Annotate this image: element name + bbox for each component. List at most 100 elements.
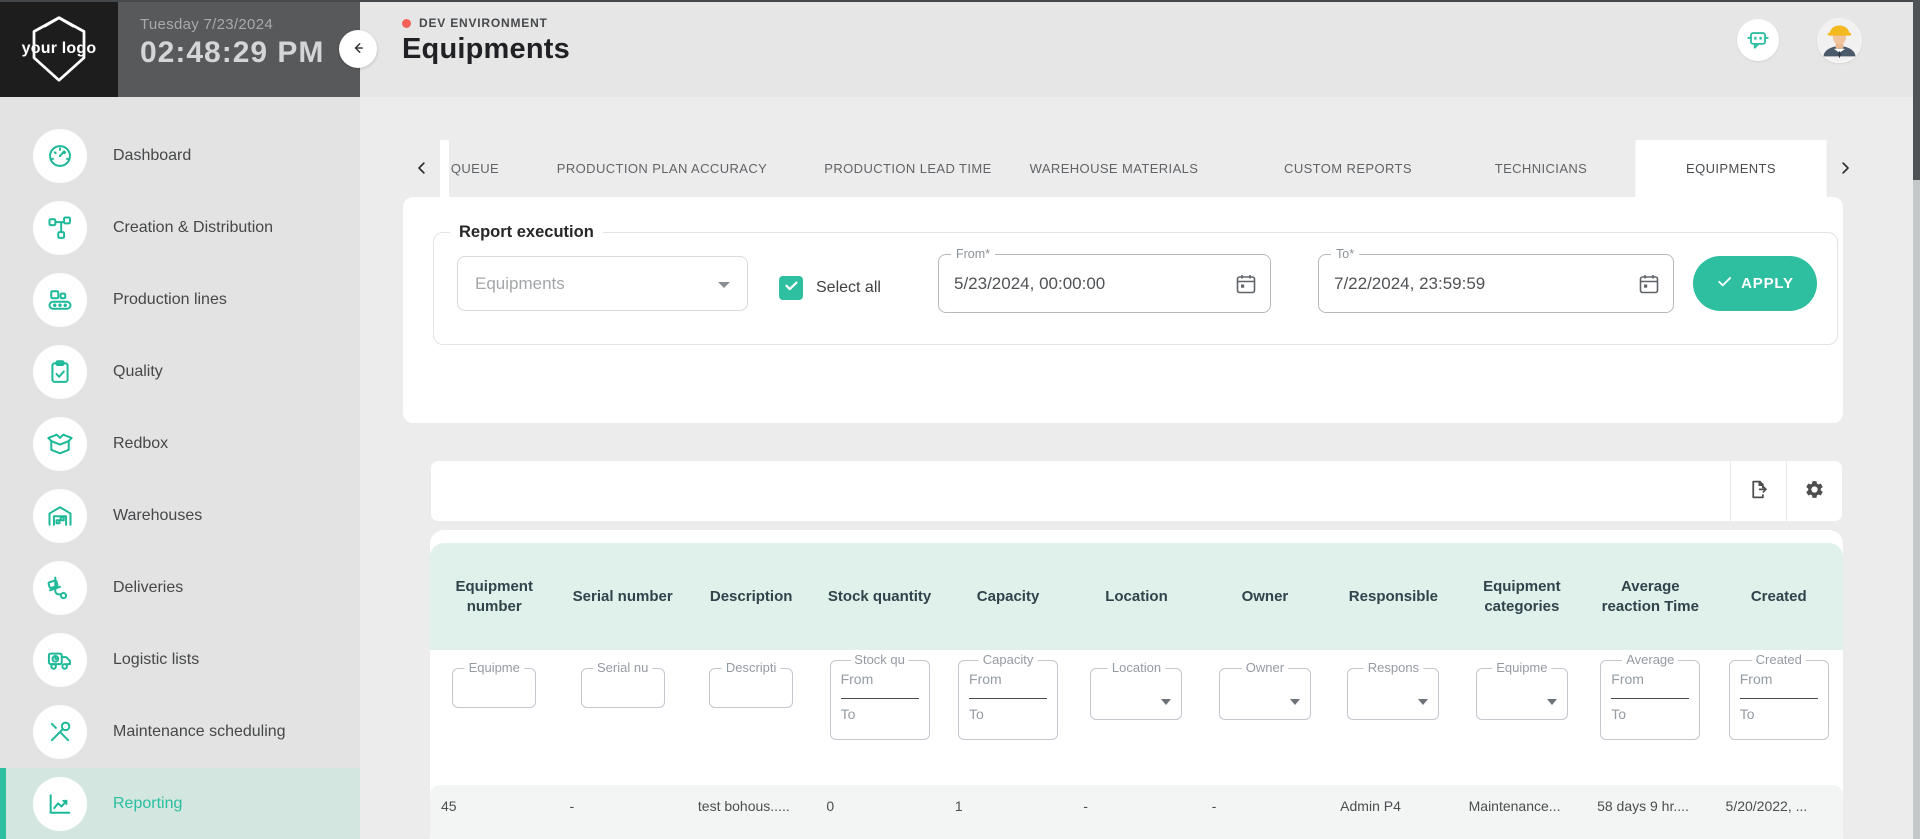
filter-label: Created bbox=[1751, 652, 1806, 667]
filter-input-equipme-0[interactable]: Equipme bbox=[452, 660, 537, 708]
filter-label: Location bbox=[1107, 660, 1166, 675]
date-from-field[interactable]: From* 5/23/2024, 00:00:00 bbox=[938, 247, 1271, 313]
date-to-field[interactable]: To* 7/22/2024, 23:59:59 bbox=[1318, 247, 1674, 313]
filter-range-created-10[interactable]: Created From To bbox=[1728, 652, 1829, 740]
range-divider bbox=[969, 698, 1048, 699]
tab-partial-edge bbox=[440, 140, 449, 197]
sidebar-item-label: Logistic lists bbox=[113, 651, 200, 668]
report-type-select[interactable]: Equipments bbox=[457, 256, 748, 311]
range-to-input[interactable]: To bbox=[1611, 706, 1626, 722]
scrollbar-thumb[interactable] bbox=[1913, 0, 1920, 180]
robot-chat-icon bbox=[1745, 26, 1771, 55]
filter-range-capacity-4[interactable]: Capacity From To bbox=[958, 652, 1059, 740]
chevron-left-icon bbox=[413, 159, 431, 180]
filter-cell: Average From To bbox=[1586, 650, 1714, 785]
sidebar-item-warehouses[interactable]: Warehouses bbox=[0, 480, 360, 552]
table-cell: - bbox=[569, 798, 575, 814]
range-to-input[interactable]: To bbox=[841, 706, 856, 722]
tabs-scroll-left-button[interactable] bbox=[410, 157, 434, 181]
filter-cell: Descripti bbox=[687, 650, 815, 785]
page-scrollbar bbox=[1913, 0, 1920, 839]
tab-technicians[interactable]: TECHNICIANS bbox=[1495, 140, 1588, 197]
warehouse-icon bbox=[33, 489, 87, 543]
calendar-icon[interactable] bbox=[1234, 272, 1258, 301]
check-icon bbox=[783, 277, 800, 299]
range-divider bbox=[840, 698, 919, 699]
environment-row: DEV ENVIRONMENT bbox=[402, 16, 548, 30]
topbar: your logo Tuesday 7/23/2024 02:48:29 PM … bbox=[0, 0, 1920, 97]
logo: your logo bbox=[0, 0, 118, 97]
filter-range-average-9[interactable]: Average From To bbox=[1600, 652, 1701, 740]
chart-line-icon bbox=[33, 777, 87, 831]
sidebar-item-maintenance-scheduling[interactable]: Maintenance scheduling bbox=[0, 696, 360, 768]
range-from-input[interactable]: From bbox=[841, 671, 874, 687]
sidebar-nav: Dashboard Creation & Distribution Producti… bbox=[0, 97, 360, 839]
sidebar-item-redbox[interactable]: Redbox bbox=[0, 408, 360, 480]
chevron-right-icon bbox=[1836, 159, 1854, 180]
table-toolbar bbox=[430, 460, 1843, 522]
table-cell: - bbox=[1083, 798, 1088, 814]
tab-warehouse-materials[interactable]: WAREHOUSE MATERIALS bbox=[1030, 140, 1199, 197]
filter-cell: Stock qu From To bbox=[815, 650, 943, 785]
filter-cell: Location bbox=[1072, 650, 1200, 785]
sidebar-item-quality[interactable]: Quality bbox=[0, 336, 360, 408]
tabs-scroll-right-button[interactable] bbox=[1833, 157, 1857, 181]
column-header-equipment-categories: Equipment categories bbox=[1483, 577, 1561, 615]
truck-icon bbox=[33, 633, 87, 687]
sidebar-item-deliveries[interactable]: Deliveries bbox=[0, 552, 360, 624]
sidebar-item-label: Deliveries bbox=[113, 579, 184, 596]
sidebar-item-label: Dashboard bbox=[113, 147, 192, 164]
column-header-average-reaction-time: Average reaction Time bbox=[1601, 577, 1699, 615]
range-to-input[interactable]: To bbox=[1740, 706, 1755, 722]
user-avatar[interactable] bbox=[1817, 18, 1862, 63]
tab-production-plan-accuracy[interactable]: PRODUCTION PLAN ACCURACY bbox=[557, 140, 767, 197]
date-from-label: From* bbox=[951, 247, 996, 261]
filter-select-owner-6[interactable]: Owner bbox=[1218, 660, 1311, 720]
clock-block: Tuesday 7/23/2024 02:48:29 PM bbox=[118, 0, 360, 97]
assistant-button[interactable] bbox=[1737, 19, 1779, 61]
worker-avatar-icon bbox=[1817, 18, 1862, 63]
grid-settings-button[interactable] bbox=[1786, 461, 1842, 521]
sidebar-item-dashboard[interactable]: Dashboard bbox=[0, 120, 360, 192]
tab-queue[interactable]: QUEUE bbox=[451, 140, 499, 197]
sidebar-item-production-lines[interactable]: Production lines bbox=[0, 264, 360, 336]
report-type-value: Equipments bbox=[475, 274, 565, 293]
tab-custom-reports[interactable]: CUSTOM REPORTS bbox=[1284, 140, 1412, 197]
range-to-input[interactable]: To bbox=[969, 706, 984, 722]
table-header-row: Equipment number Serial number Description… bbox=[430, 543, 1843, 650]
tab-strip: QUEUE PRODUCTION PLAN ACCURACY PRODUCTION … bbox=[360, 140, 1920, 197]
range-from-input[interactable]: From bbox=[1611, 671, 1644, 687]
filter-cell: Respons bbox=[1329, 650, 1457, 785]
table-row[interactable]: 45 - test bohous..... 0 1 - - Admin P4 Maintenan… bbox=[430, 785, 1843, 839]
filter-select-equipme-8[interactable]: Equipme bbox=[1475, 660, 1568, 720]
table-cell: 58 days 9 hr.... bbox=[1597, 798, 1689, 814]
filter-range-stock-qu-3[interactable]: Stock qu From To bbox=[829, 652, 930, 740]
filter-input-descripti-2[interactable]: Descripti bbox=[709, 660, 794, 708]
sidebar-item-reporting[interactable]: Reporting bbox=[0, 768, 360, 839]
filter-select-location-5[interactable]: Location bbox=[1090, 660, 1183, 720]
tab-equipments[interactable]: EQUIPMENTS bbox=[1635, 140, 1827, 197]
export-button[interactable] bbox=[1730, 461, 1786, 521]
column-header-stock-quantity: Stock quantity bbox=[827, 587, 932, 605]
table-cell: Admin P4 bbox=[1340, 798, 1401, 814]
sidebar-collapse-button[interactable] bbox=[339, 30, 377, 68]
distribution-icon bbox=[33, 201, 87, 255]
range-from-input[interactable]: From bbox=[969, 671, 1002, 687]
export-icon bbox=[1748, 479, 1769, 503]
calendar-icon[interactable] bbox=[1637, 272, 1661, 301]
conveyor-icon bbox=[33, 273, 87, 327]
report-execution-fieldset: Report execution Equipments Select all F… bbox=[433, 223, 1838, 345]
date-to-value: 7/22/2024, 23:59:59 bbox=[1334, 274, 1486, 293]
env-label: DEV ENVIRONMENT bbox=[419, 16, 548, 30]
select-all-checkbox[interactable] bbox=[779, 276, 803, 300]
sidebar-item-logistic-lists[interactable]: Logistic lists bbox=[0, 624, 360, 696]
filter-select-respons-7[interactable]: Respons bbox=[1347, 660, 1440, 720]
sidebar-item-creation-distribution[interactable]: Creation & Distribution bbox=[0, 192, 360, 264]
filter-cell: Equipme bbox=[1458, 650, 1586, 785]
filter-label: Equipme bbox=[464, 660, 524, 675]
filter-input-serial-nu-1[interactable]: Serial nu bbox=[580, 660, 665, 708]
apply-button[interactable]: APPLY bbox=[1693, 256, 1817, 311]
filter-label: Owner bbox=[1241, 660, 1289, 675]
range-from-input[interactable]: From bbox=[1740, 671, 1773, 687]
tab-production-lead-time[interactable]: PRODUCTION LEAD TIME bbox=[824, 140, 991, 197]
